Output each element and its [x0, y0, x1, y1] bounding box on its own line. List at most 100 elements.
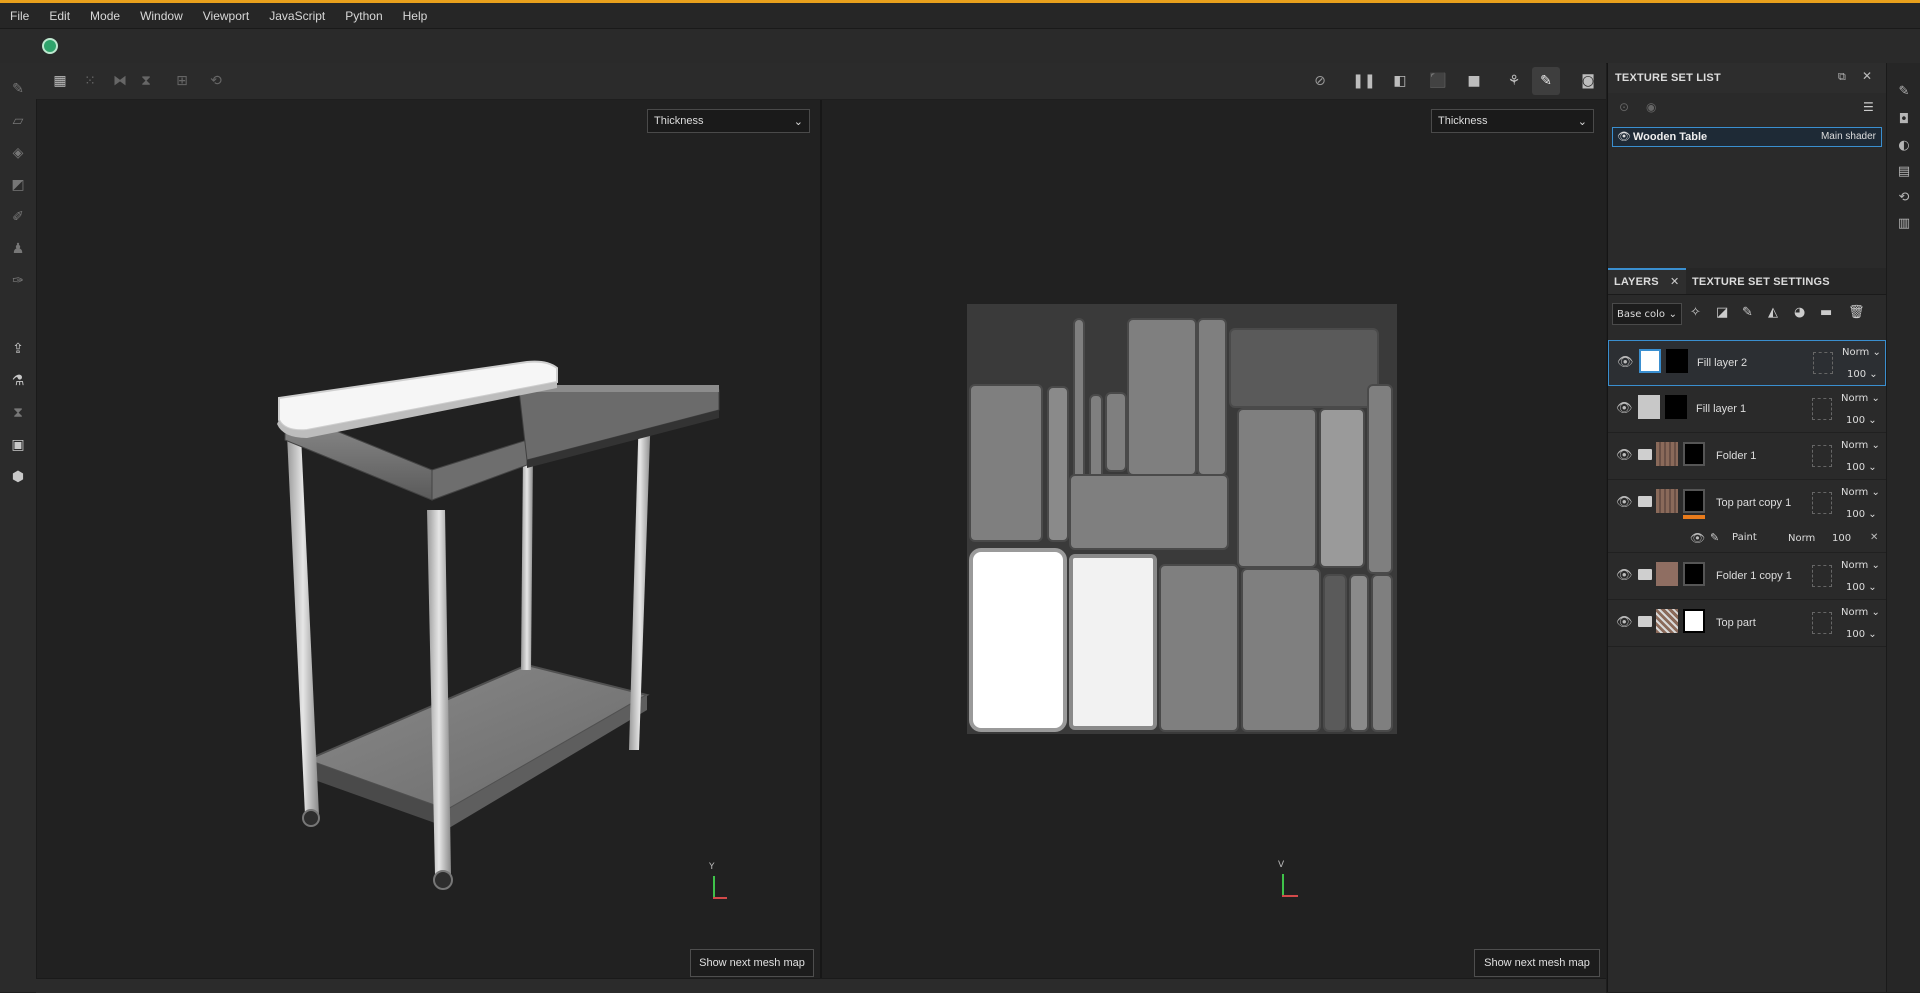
add-smart-material-icon[interactable]: ◕ [1794, 305, 1805, 320]
log-icon[interactable]: ▥ [1894, 213, 1914, 233]
layer-row[interactable]: 👁 Top part copy 1 Norm ⌄ 100 ⌄ 👁 ✎ Paint… [1608, 481, 1886, 553]
smudge-icon[interactable]: ✐ [8, 207, 28, 227]
layer-row[interactable]: 👁 Top part Norm ⌄ 100 ⌄ [1608, 601, 1886, 647]
polygon-fill-icon[interactable]: ◩ [8, 175, 28, 195]
channel-dropdown-2d[interactable]: Thickness ⌄ [1431, 109, 1594, 133]
color-picker-icon[interactable]: ✑ [8, 271, 28, 291]
tab-texture-set-settings[interactable]: TEXTURE SET SETTINGS [1692, 276, 1830, 288]
sublayer-row[interactable]: 👁 ✎ Paint Norm 100 ✕ [1608, 527, 1886, 551]
pause-icon[interactable]: ❚❚ [1352, 71, 1375, 91]
export-icon[interactable]: ⇪ [8, 339, 28, 359]
layer-name[interactable]: Fill layer 2 [1697, 357, 1747, 369]
channel-select[interactable]: Base colo ⌄ [1612, 303, 1682, 325]
list-menu-icon[interactable]: ☰ [1863, 100, 1874, 114]
layer-name[interactable]: Folder 1 [1716, 450, 1756, 462]
eye-icon[interactable]: 👁 [1617, 130, 1631, 143]
blend-mode[interactable]: Norm ⌄ [1841, 393, 1880, 404]
opacity[interactable]: 100 ⌄ [1846, 415, 1877, 426]
projection-icon[interactable]: ◈ [8, 143, 28, 163]
close-icon[interactable]: ✕ [1870, 532, 1878, 543]
grid-icon[interactable]: ▦ [50, 71, 70, 91]
blend-mode[interactable]: Norm ⌄ [1841, 487, 1880, 498]
mirror-x-icon[interactable]: ⧓ [110, 71, 130, 91]
opacity[interactable]: 100 ⌄ [1846, 629, 1877, 640]
layer-name[interactable]: Top part copy 1 [1716, 497, 1791, 509]
display-settings-icon[interactable]: ◘ [1894, 109, 1914, 129]
eye-icon[interactable]: 👁 [1616, 568, 1633, 584]
menu-python[interactable]: Python [335, 9, 392, 23]
assets-icon[interactable]: ▤ [1894, 161, 1914, 181]
viewport-3d[interactable]: Thickness ⌄ Y Show next mesh map [37, 100, 820, 978]
hourglass-icon[interactable]: ⧗ [8, 403, 28, 423]
mask-thumbnail[interactable] [1665, 395, 1687, 419]
dots-grid-icon[interactable]: ⁙ [80, 71, 100, 91]
history-icon[interactable]: ⟲ [206, 71, 226, 91]
environment-icon[interactable]: ◐ [1894, 135, 1914, 155]
mask-thumbnail[interactable] [1683, 442, 1705, 466]
menu-javascript[interactable]: JavaScript [259, 9, 335, 23]
layer-name[interactable]: Folder 1 copy 1 [1716, 570, 1792, 582]
opacity[interactable]: 100 ⌄ [1846, 462, 1877, 473]
eye-icon[interactable]: 👁 [1617, 355, 1634, 371]
close-icon[interactable]: ✕ [1670, 275, 1679, 288]
menu-file[interactable]: File [0, 9, 39, 23]
eye-icon[interactable]: 👁 [1616, 448, 1633, 464]
blend-mode[interactable]: Norm ⌄ [1842, 347, 1881, 358]
blend-mode[interactable]: Norm ⌄ [1841, 440, 1880, 451]
menu-mode[interactable]: Mode [80, 9, 130, 23]
eye-icon[interactable]: 👁 [1690, 531, 1705, 545]
camera-icon[interactable]: ■ [1464, 71, 1484, 91]
sublayer-blend[interactable]: Norm [1788, 533, 1815, 544]
close-icon[interactable]: ✕ [1862, 69, 1872, 83]
cube-icon[interactable]: ⬢ [8, 467, 28, 487]
split-view-icon[interactable]: ◧ [1390, 71, 1410, 91]
mirror-y-icon[interactable]: ⧗ [136, 71, 156, 91]
layer-row[interactable]: 👁 Fill layer 2 Norm ⌄ 100 ⌄ [1608, 340, 1886, 386]
add-icon[interactable]: ⊞ [172, 71, 192, 91]
channel-dropdown-3d[interactable]: Thickness ⌄ [647, 109, 810, 133]
texture-set-shader[interactable]: Main shader [1821, 131, 1876, 142]
layer-row[interactable]: 👁 Folder 1 Norm ⌄ 100 ⌄ [1608, 434, 1886, 480]
opacity[interactable]: 100 ⌄ [1846, 509, 1877, 520]
menu-edit[interactable]: Edit [39, 9, 80, 23]
viewport-2d[interactable]: Thickness ⌄ V Show next mesh map [822, 100, 1606, 978]
layer-row[interactable]: 👁 Folder 1 copy 1 Norm ⌄ 100 ⌄ [1608, 554, 1886, 600]
add-mask-icon[interactable]: ◪ [1716, 305, 1728, 320]
link-icon[interactable]: ⊙ [1619, 100, 1629, 114]
add-effect-icon[interactable]: ✧ [1690, 305, 1701, 320]
paint-brush-icon[interactable]: ✎ [8, 79, 28, 99]
plugin-icon[interactable] [42, 38, 58, 54]
blend-mode[interactable]: Norm ⌄ [1841, 607, 1880, 618]
menu-help[interactable]: Help [393, 9, 438, 23]
bake-mode-icon[interactable]: ⚘ [1504, 71, 1524, 91]
opacity[interactable]: 100 ⌄ [1847, 369, 1878, 380]
show-next-mesh-map-button-3d[interactable]: Show next mesh map [690, 949, 814, 977]
eye-icon[interactable]: 👁 [1616, 495, 1633, 511]
cube-view-icon[interactable]: ⬛ [1428, 71, 1448, 91]
add-folder-icon[interactable]: ▬ [1820, 305, 1832, 320]
hide-icon[interactable]: ⊘ [1310, 71, 1330, 91]
clone-stamp-icon[interactable]: ♟ [8, 239, 28, 259]
menu-window[interactable]: Window [130, 9, 193, 23]
document-icon[interactable]: ▣ [8, 435, 28, 455]
eraser-icon[interactable]: ▱ [8, 111, 28, 131]
blend-mode[interactable]: Norm ⌄ [1841, 560, 1880, 571]
add-paint-layer-icon[interactable]: ✎ [1742, 305, 1753, 320]
show-next-mesh-map-button-2d[interactable]: Show next mesh map [1474, 949, 1600, 977]
popout-icon[interactable]: ⧉ [1838, 70, 1846, 84]
paint-mode-icon[interactable]: ✎ [1532, 67, 1560, 95]
brush-settings-icon[interactable]: ✎ [1894, 81, 1914, 101]
opacity[interactable]: 100 ⌄ [1846, 582, 1877, 593]
tab-layers[interactable]: LAYERS ✕ [1608, 268, 1686, 294]
mask-thumbnail[interactable] [1666, 349, 1688, 373]
layer-name[interactable]: Fill layer 1 [1696, 403, 1746, 415]
sublayer-name[interactable]: Paint [1732, 532, 1757, 543]
eye-icon[interactable]: ◉ [1646, 100, 1656, 114]
eye-icon[interactable]: 👁 [1616, 401, 1633, 417]
screenshot-icon[interactable]: ◙ [1578, 71, 1598, 91]
mask-thumbnail[interactable] [1683, 609, 1705, 633]
delete-layer-icon[interactable]: 🗑 [1848, 305, 1865, 320]
mask-thumbnail[interactable] [1683, 489, 1705, 513]
sublayer-opacity[interactable]: 100 [1832, 533, 1851, 544]
mask-thumbnail[interactable] [1683, 562, 1705, 586]
